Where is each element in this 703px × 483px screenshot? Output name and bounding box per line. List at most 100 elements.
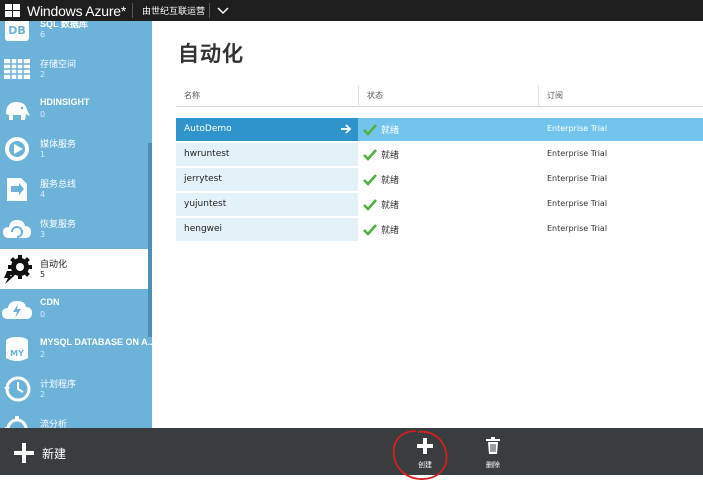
tenant-label[interactable]: 由世纪互联运营 [142,4,205,17]
row-status-text: 就绪 [381,176,400,186]
sidebar-item-label: MYSQL DATABASE ON A... [40,337,152,347]
sidebar-item-label: 媒体服务 [40,140,77,150]
row-status-text: 就绪 [381,201,400,211]
sidebar-item-scheduler[interactable]: 计划程序 2 [0,369,152,409]
sidebar-item-count: 5 [40,270,46,279]
page-title: 自动化 [178,42,244,66]
clock-icon [1,373,33,405]
sidebar-item-count: 6 [40,30,46,39]
plus-icon [417,438,433,454]
sidebar-item-label: 自动化 [40,260,68,270]
sidebar-item-media-services[interactable]: 媒体服务 1 [0,129,152,169]
recovery-cloud-icon [1,213,33,245]
topbar-divider [209,3,210,18]
delete-button[interactable]: 删除 [478,436,508,470]
row-status-text: 就绪 [381,226,400,236]
sidebar-item-label: 恢复服务 [40,220,77,230]
row-subscription: Enterprise Trial [547,224,608,233]
chevron-down-icon[interactable] [216,3,230,17]
sidebar-item-sql-database[interactable]: DB SQL 数据库 6 [0,21,152,49]
brand-title: Windows Azure* [27,2,127,19]
arrow-right-icon[interactable] [340,123,352,135]
sidebar-item-count: 3 [40,230,46,239]
new-button-label: 新建 [42,446,67,461]
sidebar-item-stream-analytics[interactable]: 流分析 [0,409,152,428]
create-button[interactable]: 创建 [410,436,440,470]
table-row[interactable]: yujuntest 就绪 Enterprise Trial [176,193,703,216]
row-status: 就绪 [363,223,399,236]
row-name: jerrytest [176,168,358,191]
row-name: yujuntest [176,193,358,216]
check-icon [363,198,377,211]
cdn-cloud-icon [1,293,33,325]
row-subscription: Enterprise Trial [547,174,608,183]
trash-icon [486,437,500,454]
windows-logo-icon [5,3,22,18]
storage-table-icon [1,53,33,85]
sidebar-item-service-bus[interactable]: 服务总线 4 [0,169,152,209]
table-row[interactable]: jerrytest 就绪 Enterprise Trial [176,168,703,191]
column-header-name[interactable]: 名称 [184,90,200,101]
column-separator [538,85,539,107]
topbar-divider [132,3,133,18]
sidebar-item-cdn[interactable]: CDN 0 [0,289,152,329]
column-separator [358,85,359,107]
main-content: 自动化 名称 状态 订阅 AutoDemo 就绪 Enterprise Tria… [152,21,703,428]
column-header-subscription[interactable]: 订阅 [547,90,563,101]
row-status: 就绪 [363,148,399,161]
sidebar: DB SQL 数据库 6 存储空间 2 HDINSIGHT 0 媒体服务 1 服… [0,21,152,428]
row-status: 就绪 [363,198,399,211]
row-name: hengwei [176,218,358,241]
footer-strip [0,475,703,483]
sidebar-item-label: CDN [40,297,60,307]
delete-button-label: 删除 [486,461,500,469]
media-play-icon [1,133,33,165]
table-row[interactable]: hengwei 就绪 Enterprise Trial [176,218,703,241]
command-bar: 新建 创建 删除 [0,428,703,475]
sidebar-item-count: 4 [40,190,46,199]
table-header: 名称 状态 订阅 [176,85,703,107]
sidebar-item-automation[interactable]: 自动化 5 [0,249,152,289]
plus-icon [14,443,34,463]
check-icon [363,223,377,236]
sidebar-item-count: 0 [40,310,46,319]
new-button[interactable]: 新建 [14,442,66,464]
analytics-icon [1,413,33,428]
sidebar-item-label: 流分析 [40,420,68,428]
check-icon [363,148,377,161]
sidebar-item-storage[interactable]: 存储空间 2 [0,49,152,89]
brand[interactable]: Windows Azure* [5,0,126,21]
sidebar-item-count: 2 [40,350,46,359]
table-row[interactable]: hwruntest 就绪 Enterprise Trial [176,143,703,166]
row-status: 就绪 [363,123,399,136]
sidebar-item-hdinsight[interactable]: HDINSIGHT 0 [0,89,152,129]
svg-text:DB: DB [8,24,26,37]
row-status-text: 就绪 [381,151,400,161]
row-subscription: Enterprise Trial [547,124,608,133]
sidebar-item-recovery-services[interactable]: 恢复服务 3 [0,209,152,249]
elephant-icon [1,93,33,125]
column-header-status[interactable]: 状态 [367,90,383,101]
svg-text:MY: MY [10,349,24,358]
mysql-icon: MY [1,333,33,365]
sidebar-item-label: 计划程序 [40,380,77,390]
sidebar-item-label: 存储空间 [40,60,77,70]
top-bar: Windows Azure* 由世纪互联运营 [0,0,703,21]
sidebar-item-count: 2 [40,390,46,399]
database-icon: DB [1,21,33,45]
sidebar-item-count: 0 [40,110,46,119]
sidebar-item-count: 2 [40,70,46,79]
automation-gear-icon [1,253,33,285]
row-status: 就绪 [363,173,399,186]
row-subscription: Enterprise Trial [547,199,608,208]
service-bus-icon [1,173,33,205]
sidebar-item-label: 服务总线 [40,180,77,190]
row-name: hwruntest [176,143,358,166]
row-status-text: 就绪 [381,126,400,136]
row-name: AutoDemo [176,118,358,141]
sidebar-item-count: 1 [40,150,46,159]
check-icon [363,173,377,186]
row-subscription: Enterprise Trial [547,149,608,158]
table-row[interactable]: AutoDemo 就绪 Enterprise Trial [176,118,703,141]
sidebar-item-mysql[interactable]: MY MYSQL DATABASE ON A... 2 [0,329,152,369]
